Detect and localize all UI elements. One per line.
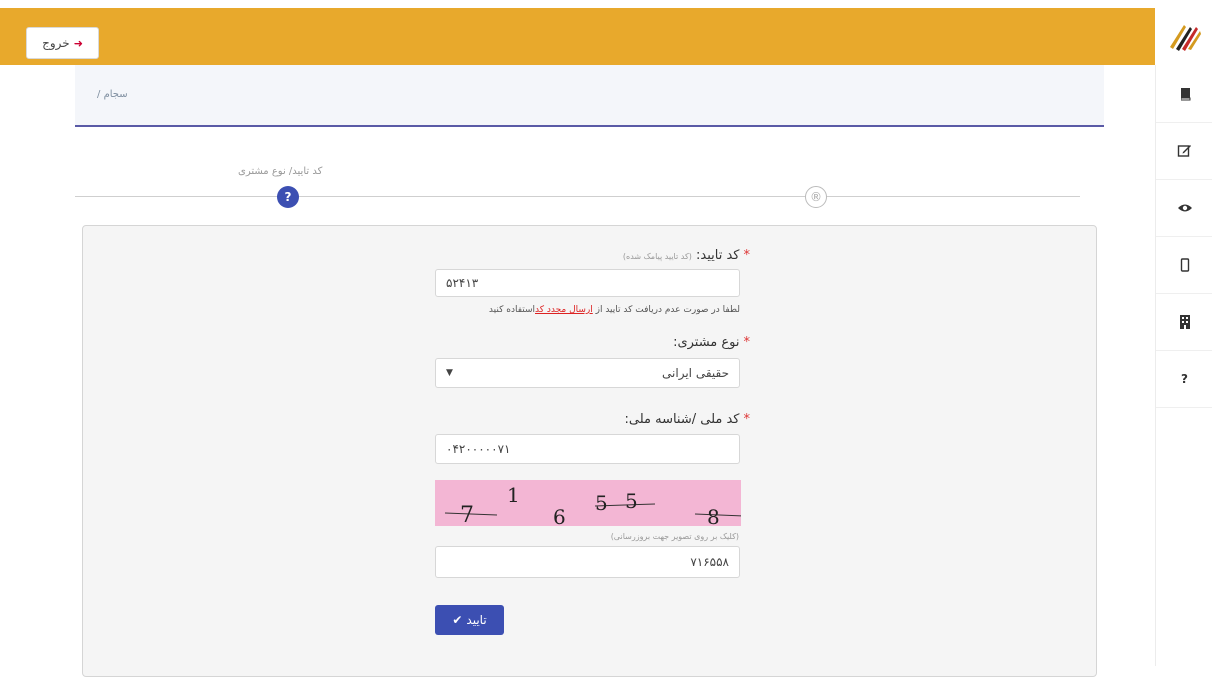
sidebar-item-book[interactable] [1156, 65, 1212, 123]
chevron-down-icon: ▼ [446, 368, 453, 378]
check-icon: ✔ [452, 613, 463, 627]
breadcrumb: سجام / [97, 89, 128, 100]
edit-icon [1177, 145, 1191, 157]
captcha-input[interactable]: ۷۱۶۵۵۸ [435, 546, 740, 578]
sidebar-item-view[interactable] [1156, 179, 1212, 237]
national-id-label: *کد ملی /شناسه ملی: [624, 412, 750, 427]
verify-code-label: *کد تایید: (کد تایید پیامک شده) [623, 248, 750, 263]
breadcrumb-bar: سجام / [75, 65, 1104, 127]
captcha-char-1: 1 [507, 483, 520, 507]
captcha-graphic: 7 1 6 5 5 8 [444, 483, 741, 526]
sidebar: ? [1155, 65, 1212, 666]
resend-note-before: لطفا در صورت عدم دریافت کد تایید از [592, 305, 740, 315]
eye-icon [1177, 204, 1192, 211]
top-bar: ➜ خروج [0, 8, 1155, 65]
steps-line [75, 196, 1080, 197]
national-id-input[interactable]: ۰۴۲۰۰۰۰۰۷۱ [435, 434, 740, 464]
submit-button[interactable]: تایید ✔ [435, 605, 504, 635]
required-star: * [743, 412, 751, 427]
verify-code-hint: (کد تایید پیامک شده) [622, 252, 692, 261]
logout-label: خروج [42, 36, 70, 50]
captcha-char-2: 6 [553, 505, 566, 526]
captcha-char-5: 8 [707, 505, 720, 526]
step-current-indicator: ? [277, 186, 299, 208]
app-logo[interactable] [1155, 8, 1212, 65]
breadcrumb-root[interactable]: سجام [104, 89, 128, 100]
verify-code-input[interactable]: ۵۲۴۱۳ [435, 269, 740, 297]
mobile-icon [1180, 257, 1189, 272]
resend-note: لطفا در صورت عدم دریافت کد تایید از ارسا… [489, 305, 740, 315]
captcha-value: ۷۱۶۵۵۸ [690, 555, 729, 569]
verify-code-label-text: کد تایید: [696, 248, 740, 263]
sign-out-icon: ➜ [73, 36, 83, 50]
resend-note-after: استفاده کنید [488, 305, 535, 315]
step-label-current: کد تایید/ نوع مشتری [238, 166, 323, 177]
required-star: * [743, 335, 751, 350]
question-icon: ? [1181, 371, 1188, 386]
captcha-hint: (کلیک بر روی تصویر جهت بروزرسانی) [610, 532, 739, 541]
verify-code-value: ۵۲۴۱۳ [446, 276, 479, 290]
logo-icon [1169, 24, 1201, 51]
required-star: * [743, 248, 751, 263]
step-next-indicator: ® [805, 186, 827, 208]
sidebar-item-help[interactable]: ? [1156, 350, 1212, 408]
customer-type-selected: حقیقی ایرانی [662, 366, 729, 380]
national-id-value: ۰۴۲۰۰۰۰۰۷۱ [446, 442, 511, 456]
sidebar-item-edit[interactable] [1156, 122, 1212, 180]
submit-label: تایید [466, 613, 487, 627]
building-icon [1179, 314, 1190, 329]
breadcrumb-separator: / [97, 89, 101, 100]
customer-type-label-text: نوع مشتری: [673, 335, 740, 350]
customer-type-select[interactable]: ▼ حقیقی ایرانی [435, 358, 740, 388]
captcha-char-4: 5 [625, 489, 638, 513]
customer-type-label: *نوع مشتری: [673, 335, 750, 350]
captcha-char-3: 5 [595, 491, 608, 515]
logout-button[interactable]: ➜ خروج [26, 27, 99, 59]
resend-code-link[interactable]: ارسال مجدد کد [535, 305, 593, 315]
captcha-image[interactable]: 7 1 6 5 5 8 [435, 480, 741, 526]
sidebar-item-mobile[interactable] [1156, 236, 1212, 294]
captcha-char-0: 7 [460, 503, 474, 526]
sidebar-item-building[interactable] [1156, 293, 1212, 351]
national-id-label-text: کد ملی /شناسه ملی: [624, 412, 740, 427]
book-icon [1180, 87, 1190, 100]
